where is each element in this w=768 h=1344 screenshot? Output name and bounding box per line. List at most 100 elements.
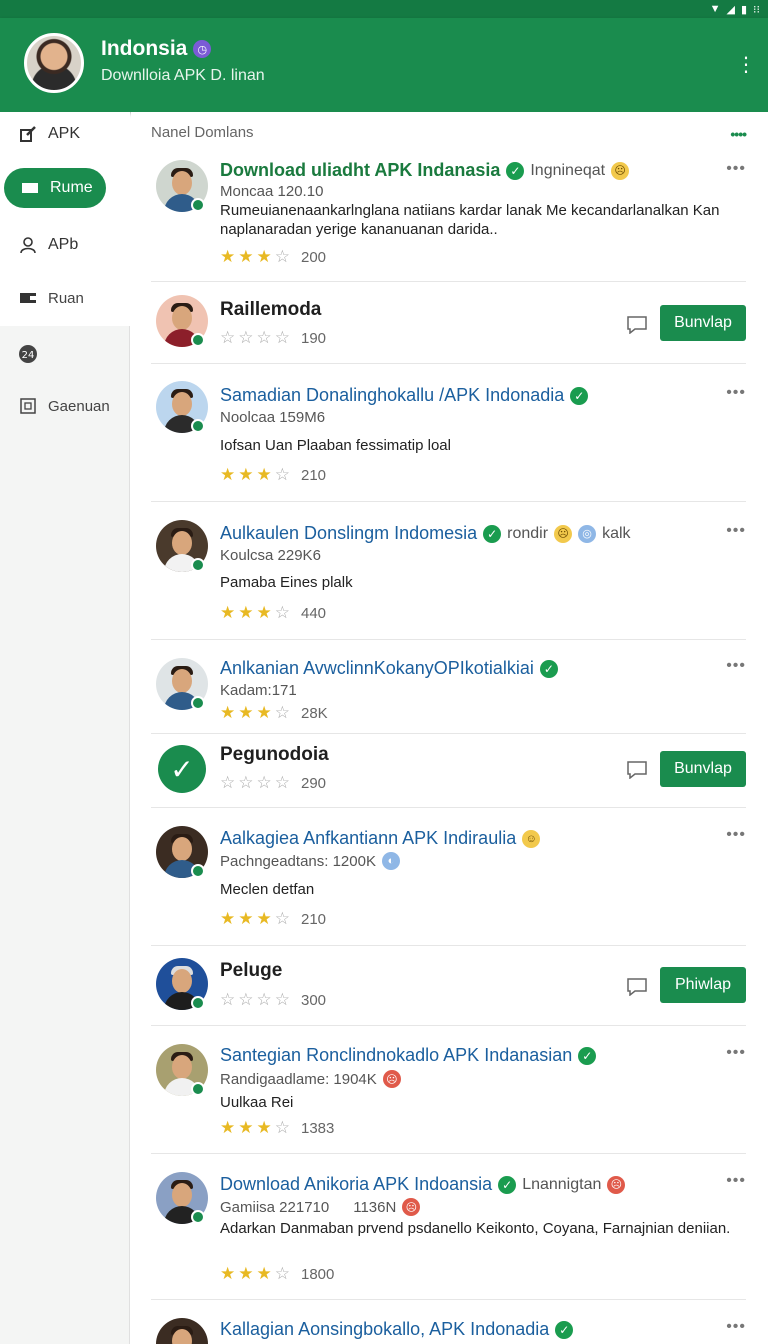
download-button[interactable]: Bunvlap	[660, 751, 746, 787]
list-item[interactable]: Raillemoda ☆ ☆ ☆ ☆ 190 Bunvlap	[151, 282, 746, 364]
section-more-icon[interactable]: ••••	[730, 126, 747, 142]
more-options-icon[interactable]: •••	[726, 1318, 746, 1336]
sidebar-item-apk[interactable]: APK	[0, 112, 130, 156]
list-item[interactable]: Santegian Ronclindnokadlo APK Indanasian…	[151, 1026, 746, 1154]
profile-avatar[interactable]	[24, 33, 84, 93]
rating-count: 190	[301, 329, 327, 347]
item-title[interactable]: Peluge	[220, 960, 282, 982]
list-item[interactable]: Aulkaulen Donslingm Indomesia ✓ rondir ☹…	[151, 502, 746, 640]
edit-icon	[18, 124, 38, 144]
rating-count: 1383	[301, 1119, 335, 1137]
emoji-icon: ☹	[382, 1070, 401, 1088]
item-title[interactable]: Santegian Ronclindnokadlo APK Indanasian	[220, 1045, 572, 1066]
list-item[interactable]: ✓ Pegunodoia ☆ ☆ ☆ ☆ 290 Bunvlap	[151, 734, 746, 808]
item-meta-text: Gamiisa 221710	[220, 1198, 330, 1216]
item-title[interactable]: Raillemoda	[220, 299, 321, 321]
more-options-icon[interactable]: •••	[726, 826, 746, 844]
sidebar-item-label: Gaenuan	[48, 397, 110, 415]
svg-text:24: 24	[22, 350, 35, 361]
item-title[interactable]: Aalkagiea Anfkantiann APK Indiraulia	[220, 828, 516, 849]
item-meta: Kadam:171	[220, 682, 297, 699]
item-meta: Randigaadlame: 1904K ☹	[220, 1070, 401, 1088]
sidebar-item-label: Rume	[50, 179, 93, 196]
list-item[interactable]: Samadian Donalinghokallu /APK Indonadia …	[151, 364, 746, 502]
section-header: Nanel Domlans	[151, 124, 254, 141]
rating: ★ ★ ★ ☆ 200	[220, 247, 326, 267]
item-title[interactable]: Aulkaulen Donslingm Indomesia	[220, 523, 477, 544]
rating-count: 300	[301, 991, 327, 1009]
star-icon: ★	[256, 247, 272, 266]
star-icon: ★	[238, 909, 254, 928]
wallet-icon	[18, 288, 38, 308]
star-empty-icon: ☆	[274, 990, 290, 1009]
star-empty-icon: ☆	[220, 990, 236, 1009]
item-title[interactable]: Samadian Donalinghokallu /APK Indonadia	[220, 385, 564, 406]
star-empty-icon: ☆	[256, 773, 272, 792]
more-options-icon[interactable]: •••	[726, 1044, 746, 1062]
flag-icon[interactable]	[626, 759, 648, 780]
avatar	[156, 1318, 208, 1344]
item-extra: rondir	[507, 524, 549, 542]
online-status-icon	[191, 996, 205, 1010]
status-text: ⁝⁝	[753, 3, 760, 16]
list-item[interactable]: Peluge ☆ ☆ ☆ ☆ 300 Phiwlap	[151, 946, 746, 1026]
more-options-icon[interactable]: •••	[726, 1172, 746, 1190]
sidebar-item-apb[interactable]: APb	[0, 223, 130, 267]
item-meta: Moncaa 120.10	[220, 183, 324, 200]
emoji-icon: ☹	[611, 161, 630, 180]
more-options-icon[interactable]: •••	[726, 384, 746, 402]
check-icon: ✓	[158, 745, 206, 793]
sidebar-item-badge[interactable]: 24	[0, 332, 130, 376]
item-title[interactable]: Pegunodoia	[220, 744, 329, 766]
star-icon: ★	[238, 703, 254, 722]
list-item[interactable]: Download Anikoria APK Indoansia ✓ Lnanni…	[151, 1154, 746, 1300]
star-empty-icon: ☆	[238, 990, 254, 1009]
flag-icon[interactable]	[626, 314, 648, 335]
list-item[interactable]: Download uliadht APK Indanasia ✓ Ingnine…	[151, 148, 746, 282]
status-bar: ▼ ◢ ▮ ⁝⁝	[0, 0, 768, 18]
rating: ★ ★ ★ ☆ 210	[220, 465, 326, 485]
item-meta: Koulcsa 229K6	[220, 547, 321, 564]
star-icon: ★	[256, 703, 272, 722]
battery-icon: ▮	[740, 3, 747, 16]
list-item[interactable]: Kallagian Aonsingbokallo, APK Indonadia …	[151, 1300, 746, 1344]
rating: ★ ★ ★ ☆ 28K	[220, 703, 328, 723]
overflow-menu-icon[interactable]: ⋮	[736, 54, 756, 76]
star-empty-icon: ☆	[274, 773, 290, 792]
online-status-icon	[191, 1082, 205, 1096]
download-button[interactable]: Bunvlap	[660, 305, 746, 341]
online-status-icon	[191, 864, 205, 878]
star-empty-icon: ☆	[220, 773, 236, 792]
item-meta: Noolcaa 159M6	[220, 409, 326, 426]
item-title-line: Kallagian Aonsingbokallo, APK Indonadia …	[220, 1319, 574, 1340]
item-title[interactable]: Download uliadht APK Indanasia	[220, 160, 500, 181]
more-options-icon[interactable]: •••	[726, 522, 746, 540]
star-icon: ★	[256, 1264, 272, 1283]
rating: ★ ★ ★ ☆ 1800	[220, 1264, 334, 1284]
item-title[interactable]: Anlkanian AvwclinnKokanyOPIkotialkiai	[220, 658, 534, 679]
item-title-line: Peluge	[220, 960, 282, 982]
item-title-line: Aalkagiea Anfkantiann APK Indiraulia ☺	[220, 828, 541, 849]
star-icon: ★	[220, 465, 236, 484]
sidebar-item-rume[interactable]: Rume	[4, 168, 106, 208]
flag-icon[interactable]	[626, 976, 648, 997]
star-icon: ★	[238, 1264, 254, 1283]
star-icon: ★	[220, 703, 236, 722]
item-meta-text: Randigaadlame: 1904K	[220, 1070, 377, 1088]
sidebar-item-gaenuan[interactable]: Gaenuan	[0, 384, 130, 428]
item-title[interactable]: Download Anikoria APK Indoansia	[220, 1174, 492, 1195]
list-item[interactable]: Anlkanian AvwclinnKokanyOPIkotialkiai ✓ …	[151, 640, 746, 734]
download-button[interactable]: Phiwlap	[660, 967, 746, 1003]
online-status-icon	[191, 198, 205, 212]
verified-icon: ✓	[498, 1175, 517, 1194]
list-item[interactable]: Aalkagiea Anfkantiann APK Indiraulia ☺ P…	[151, 808, 746, 946]
star-icon: ★	[220, 1264, 236, 1283]
more-options-icon[interactable]: •••	[726, 657, 746, 675]
star-icon: ★	[256, 465, 272, 484]
rating: ★ ★ ★ ☆ 440	[220, 603, 326, 623]
emoji-icon: ☹	[607, 1175, 626, 1194]
verified-icon: ✓	[570, 386, 589, 405]
item-title[interactable]: Kallagian Aonsingbokallo, APK Indonadia	[220, 1319, 549, 1340]
more-options-icon[interactable]: •••	[726, 160, 746, 178]
sidebar-item-ruan[interactable]: Ruan	[0, 276, 130, 320]
